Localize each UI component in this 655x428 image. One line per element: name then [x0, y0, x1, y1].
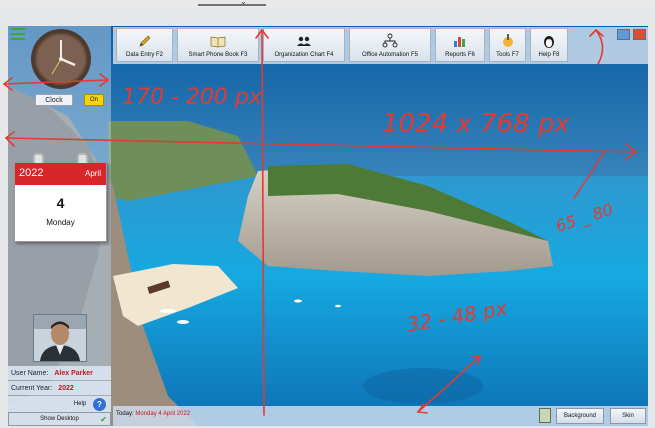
data-entry-button[interactable]: Data Entry F2: [116, 28, 173, 62]
book-icon: [210, 36, 226, 48]
calendar-weekday: Monday: [46, 218, 75, 227]
analog-clock-icon: [31, 29, 91, 89]
current-year-label: Current Year:: [11, 384, 53, 392]
top-strip: ⌄: [0, 0, 655, 8]
smart-phone-book-button[interactable]: Smart Phone Book F3: [177, 28, 259, 62]
close-app-icon[interactable]: [633, 29, 646, 40]
pencil-icon: [139, 35, 150, 47]
menu-icon[interactable]: [11, 28, 25, 40]
organization-chart-label: Organization Chart F4: [274, 52, 334, 58]
user-name-value: Alex Parker: [54, 369, 93, 377]
office-automation-button[interactable]: Office Automation F5: [349, 28, 431, 62]
show-desktop-label: Show Desktop: [40, 416, 79, 422]
today-display: Today: Monday 4 April 2022: [116, 411, 190, 417]
calculator-icon[interactable]: [539, 408, 551, 423]
avatar: [33, 314, 87, 362]
current-year-value: 2022: [58, 384, 74, 392]
show-desktop-button[interactable]: Show Desktop ✔: [8, 412, 111, 426]
penguin-icon: [544, 36, 554, 48]
window-mode-icon[interactable]: [617, 29, 630, 40]
calendar-year: 2022: [19, 167, 44, 179]
calendar-header: 2022 April: [15, 163, 106, 185]
current-year-row: Current Year: 2022: [8, 381, 111, 395]
tools-icon: [502, 34, 513, 47]
user-name-row: User Name: Alex Parker: [8, 366, 111, 380]
help-icon[interactable]: ?: [93, 398, 106, 411]
tools-label: Tools F7: [496, 52, 519, 58]
help-toolbar-label: Help F8: [538, 52, 560, 58]
data-entry-label: Data Entry F2: [125, 52, 163, 58]
office-automation-label: Office Automation F5: [362, 52, 418, 58]
reports-label: Reports F6: [445, 52, 475, 58]
today-value: Monday 4 April 2022: [135, 411, 191, 417]
clock-on-toggle[interactable]: On: [84, 94, 104, 106]
chart-icon: [454, 37, 465, 47]
checkmark-icon: ✔: [100, 415, 107, 424]
clock-button[interactable]: Clock: [35, 94, 73, 106]
help-toolbar-button[interactable]: Help F8: [530, 28, 568, 62]
calendar-day: 4: [56, 195, 65, 211]
chevron-down-icon[interactable]: ⌄: [240, 0, 247, 6]
background-button[interactable]: Background: [556, 408, 604, 424]
org-chart-icon: [382, 33, 398, 48]
help-button[interactable]: Help: [70, 399, 90, 409]
smart-phone-book-label: Smart Phone Book F3: [188, 52, 248, 58]
tools-button[interactable]: Tools F7: [489, 28, 526, 62]
calendar-month: April: [84, 169, 101, 178]
window-drag-handle[interactable]: [198, 4, 266, 6]
reports-button[interactable]: Reports F6: [435, 28, 485, 62]
user-name-label: User Name:: [11, 369, 49, 377]
skin-button[interactable]: Skin: [610, 408, 646, 424]
organization-chart-button[interactable]: Organization Chart F4: [263, 28, 345, 62]
people-icon: [297, 36, 311, 46]
calendar-widget: 2022 April 4 Monday: [14, 153, 107, 242]
today-label: Today:: [116, 411, 134, 417]
